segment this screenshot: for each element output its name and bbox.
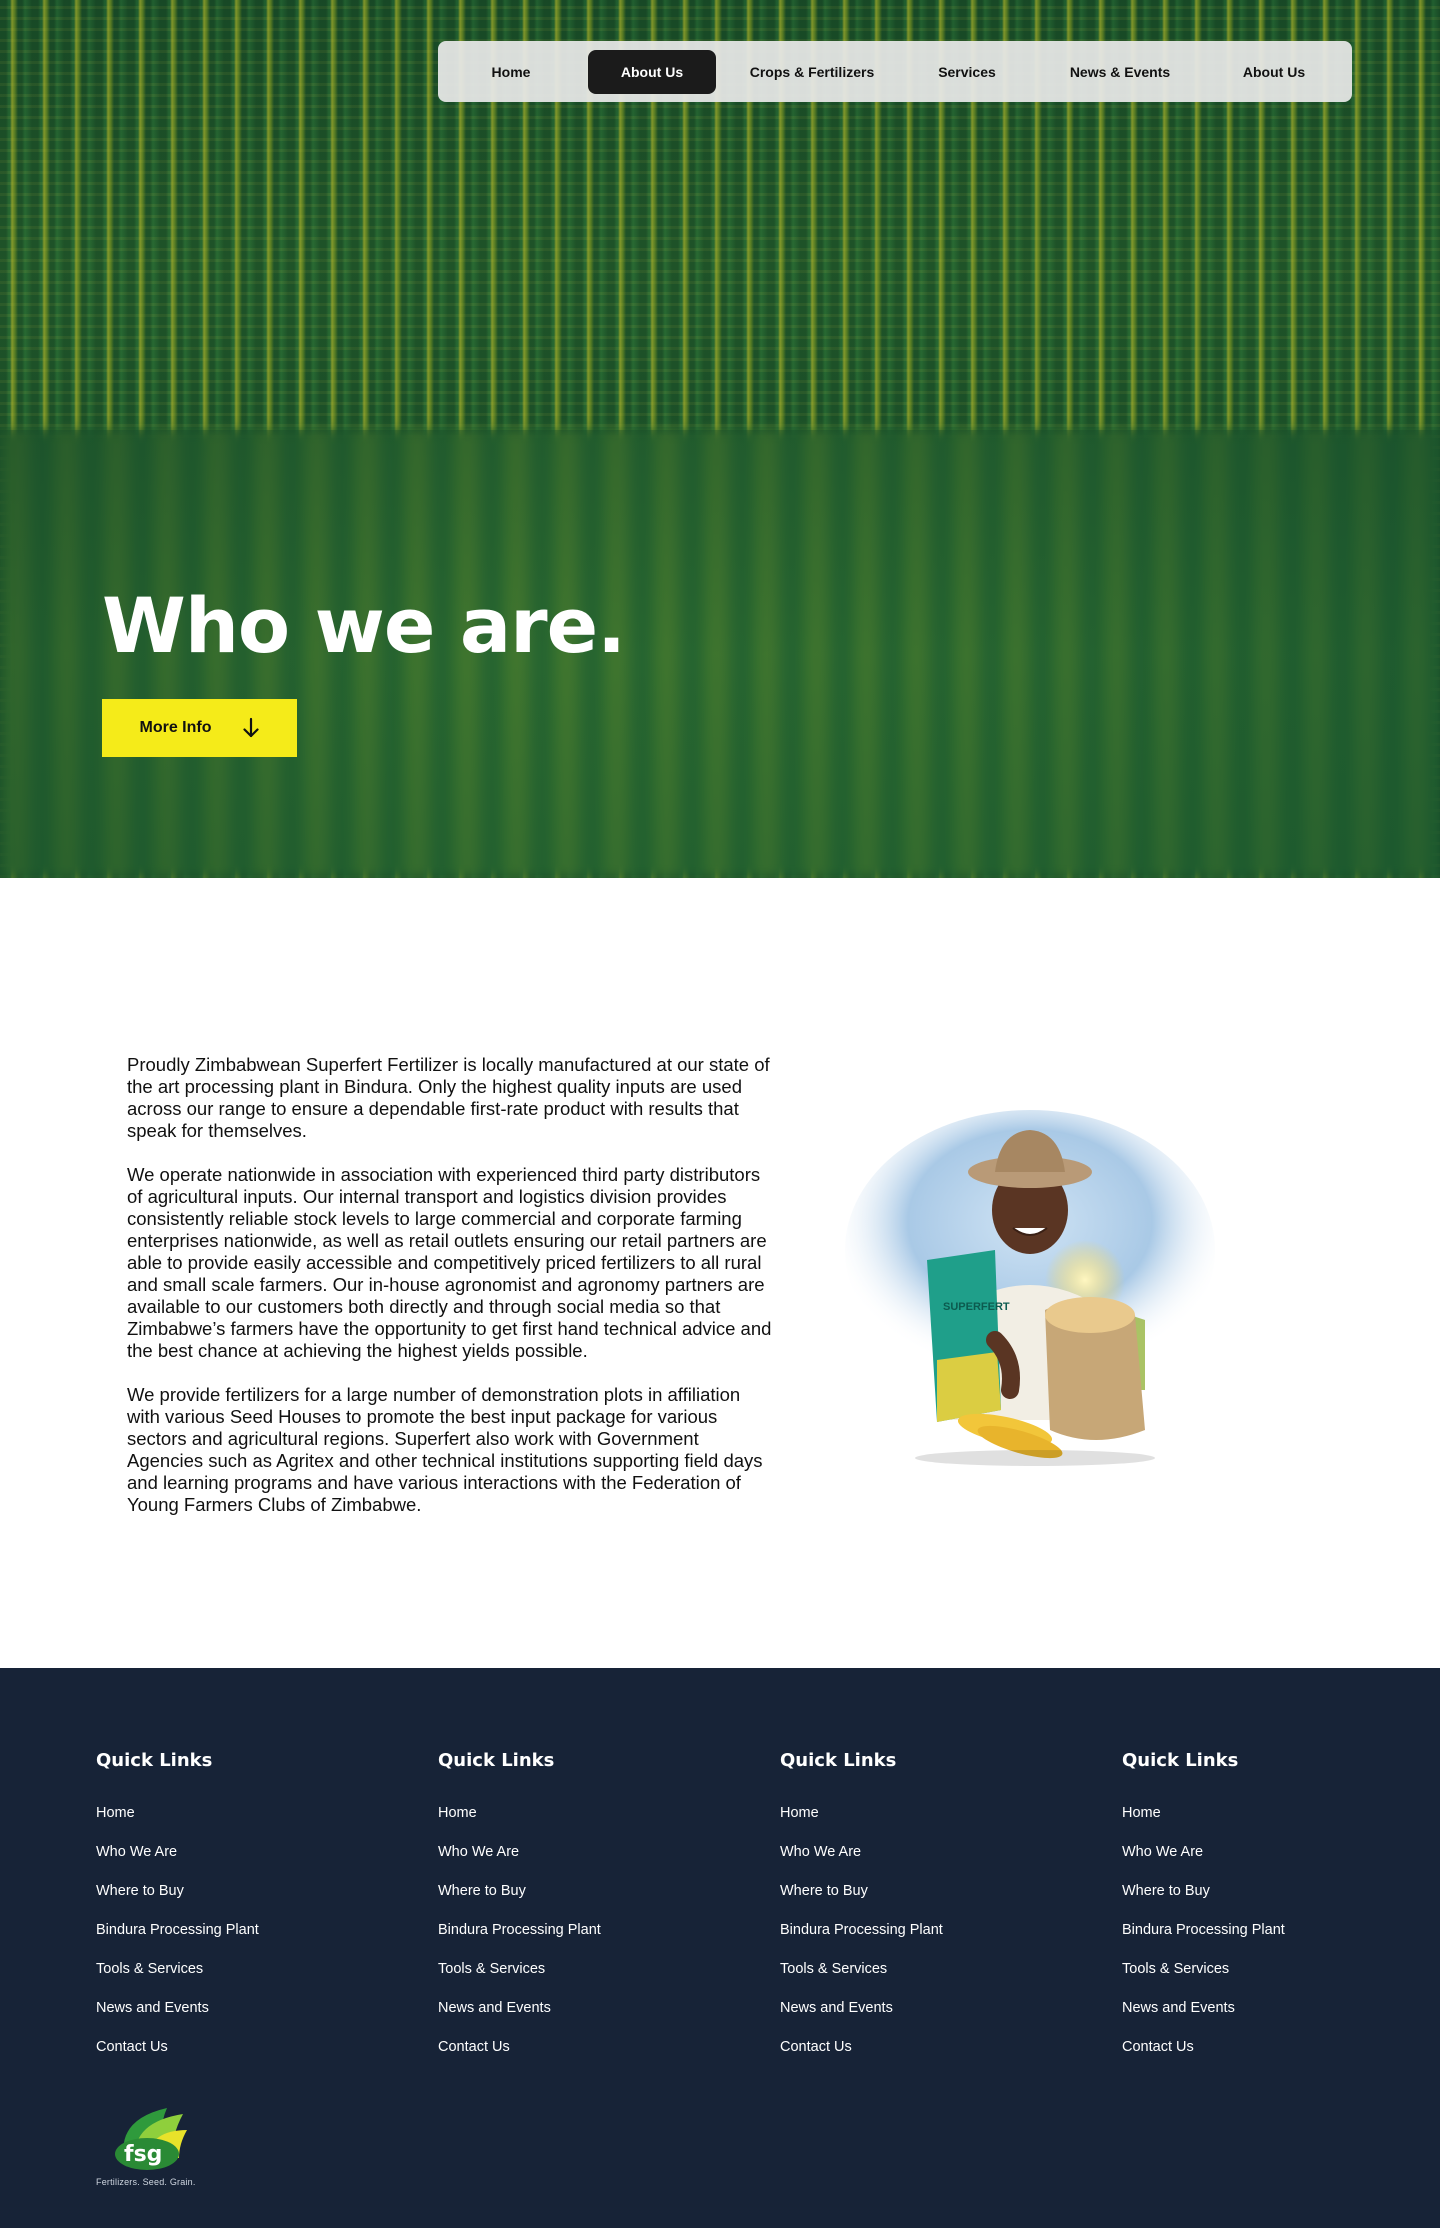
footer-link-contact-us[interactable]: Contact Us: [780, 2038, 1080, 2077]
footer-link-where-to-buy[interactable]: Where to Buy: [438, 1882, 738, 1921]
main-navigation: Home About Us Crops & Fertilizers Servic…: [438, 41, 1352, 102]
footer-link-list: Home Who We Are Where to Buy Bindura Pro…: [438, 1804, 738, 2077]
footer-link-bindura-plant[interactable]: Bindura Processing Plant: [96, 1921, 396, 1960]
footer-link-home[interactable]: Home: [96, 1804, 396, 1843]
nav-crops-fertilizers[interactable]: Crops & Fertilizers: [722, 50, 902, 94]
nav-about-us[interactable]: About Us: [1208, 50, 1340, 94]
footer-heading: Quick Links: [1122, 1750, 1239, 1771]
logo-tagline: Fertilizers. Seed. Grain.: [96, 2177, 196, 2187]
footer-column: Quick Links Home Who We Are Where to Buy…: [1122, 1749, 1422, 2077]
footer-link-home[interactable]: Home: [780, 1804, 1080, 1843]
about-paragraph: Proudly Zimbabwean Superfert Fertilizer …: [127, 1054, 770, 1141]
footer-link-tools-services[interactable]: Tools & Services: [96, 1960, 396, 1999]
footer-link-who-we-are[interactable]: Who We Are: [1122, 1843, 1422, 1882]
footer-column: Quick Links Home Who We Are Where to Buy…: [96, 1749, 396, 2077]
footer-heading: Quick Links: [96, 1750, 213, 1771]
logo-text: fsg: [124, 2142, 162, 2167]
footer-link-list: Home Who We Are Where to Buy Bindura Pro…: [96, 1804, 396, 2077]
more-info-button[interactable]: More Info: [102, 699, 297, 757]
footer-link-bindura-plant[interactable]: Bindura Processing Plant: [780, 1921, 1080, 1960]
footer-link-tools-services[interactable]: Tools & Services: [1122, 1960, 1422, 1999]
nav-home[interactable]: Home: [444, 50, 578, 94]
footer-link-contact-us[interactable]: Contact Us: [96, 2038, 396, 2077]
footer-link-who-we-are[interactable]: Who We Are: [96, 1843, 396, 1882]
page-title: Who we are.: [102, 581, 626, 670]
nav-services[interactable]: Services: [902, 50, 1032, 94]
footer-link-who-we-are[interactable]: Who We Are: [438, 1843, 738, 1882]
arrow-down-icon: [242, 717, 259, 738]
footer-link-bindura-plant[interactable]: Bindura Processing Plant: [438, 1921, 738, 1960]
footer-link-tools-services[interactable]: Tools & Services: [780, 1960, 1080, 1999]
footer-link-who-we-are[interactable]: Who We Are: [780, 1843, 1080, 1882]
footer-link-news-events[interactable]: News and Events: [780, 1999, 1080, 2038]
footer-link-where-to-buy[interactable]: Where to Buy: [1122, 1882, 1422, 1921]
footer: Quick Links Home Who We Are Where to Buy…: [0, 1668, 1440, 2228]
more-info-label: More Info: [139, 719, 212, 736]
nav-about-us-active[interactable]: About Us: [588, 49, 716, 94]
footer-link-tools-services[interactable]: Tools & Services: [438, 1960, 738, 1999]
footer-link-where-to-buy[interactable]: Where to Buy: [780, 1882, 1080, 1921]
nav-news-events[interactable]: News & Events: [1032, 50, 1208, 94]
footer-link-where-to-buy[interactable]: Where to Buy: [96, 1882, 396, 1921]
footer-link-list: Home Who We Are Where to Buy Bindura Pro…: [1122, 1804, 1422, 2077]
footer-column: Quick Links Home Who We Are Where to Buy…: [438, 1749, 738, 2077]
footer-link-home[interactable]: Home: [1122, 1804, 1422, 1843]
about-paragraph: We provide fertilizers for a large numbe…: [127, 1384, 763, 1515]
footer-link-bindura-plant[interactable]: Bindura Processing Plant: [1122, 1921, 1422, 1960]
farmer-product-image: SUPERFERT: [845, 1110, 1215, 1466]
bag-label-text: SUPERFERT: [943, 1301, 1010, 1313]
footer-link-list: Home Who We Are Where to Buy Bindura Pro…: [780, 1804, 1080, 2077]
footer-link-news-events[interactable]: News and Events: [438, 1999, 738, 2038]
footer-heading: Quick Links: [780, 1750, 897, 1771]
about-paragraph: We operate nationwide in association wit…: [127, 1164, 772, 1361]
footer-link-contact-us[interactable]: Contact Us: [438, 2038, 738, 2077]
about-text: Proudly Zimbabwean Superfert Fertilizer …: [127, 1054, 772, 1538]
footer-link-contact-us[interactable]: Contact Us: [1122, 2038, 1422, 2077]
footer-heading: Quick Links: [438, 1750, 555, 1771]
footer-link-news-events[interactable]: News and Events: [1122, 1999, 1422, 2038]
footer-column: Quick Links Home Who We Are Where to Buy…: [780, 1749, 1080, 2077]
footer-link-news-events[interactable]: News and Events: [96, 1999, 396, 2038]
footer-link-home[interactable]: Home: [438, 1804, 738, 1843]
